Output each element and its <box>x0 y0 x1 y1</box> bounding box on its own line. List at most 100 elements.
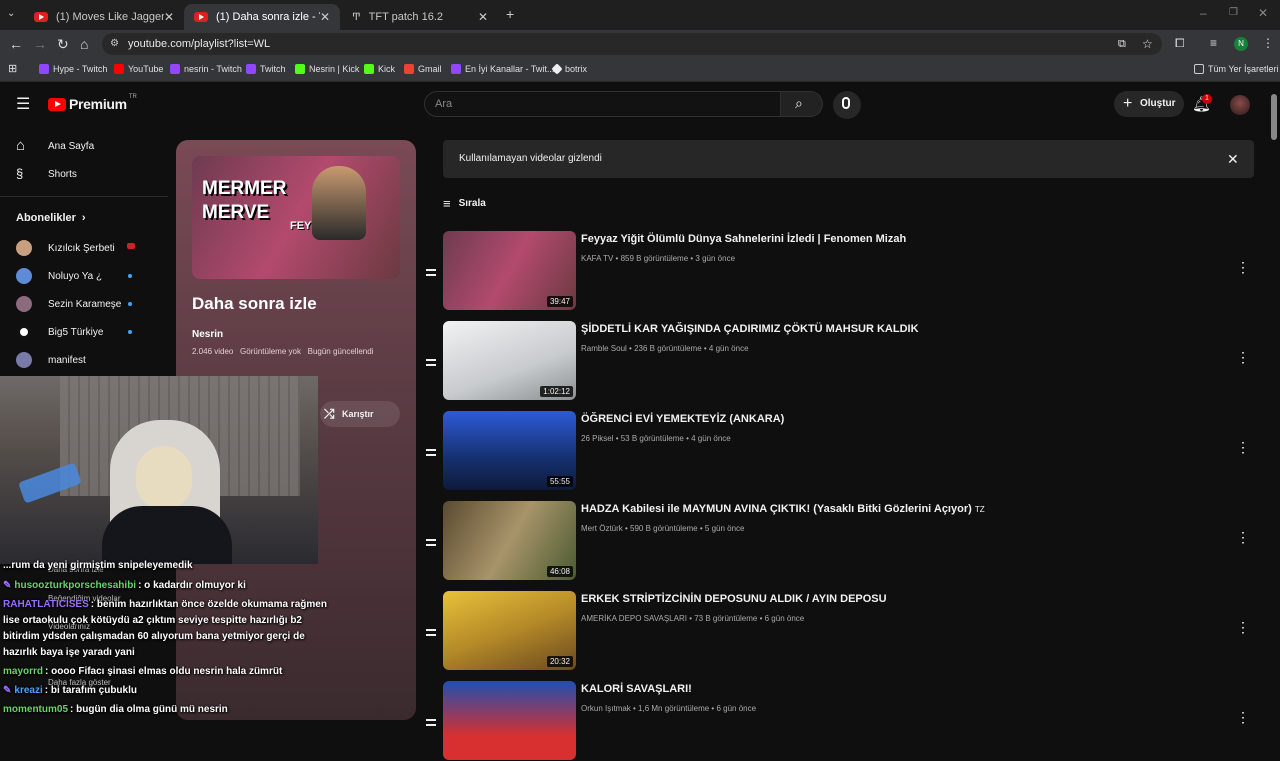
browser-menu-icon[interactable]: ⋮ <box>1262 36 1274 50</box>
playlist-thumbnail[interactable]: MERMER MERVE FEYVAZ <box>192 156 400 279</box>
tab-tft-patch[interactable]: Ͳ TFT patch 16.2 ✕ <box>342 4 498 30</box>
url-bar[interactable]: ⚙ youtube.com/playlist?list=WL ⧉ ☆ <box>102 33 1162 55</box>
drag-handle-icon[interactable] <box>426 269 436 279</box>
reload-icon[interactable]: ↻ <box>57 36 69 53</box>
video-row[interactable]: 46:08 HADZA Kabilesi ile MAYMUN AVINA ÇI… <box>422 501 1252 581</box>
microphone-arm <box>18 462 82 504</box>
video-thumbnail[interactable]: 55:55 <box>443 411 576 490</box>
subscriptions-header[interactable]: Abonelikler › <box>16 212 86 224</box>
video-channel[interactable]: Ramble Soul <box>581 344 627 353</box>
site-settings-icon[interactable]: ⚙ <box>110 33 119 55</box>
bookmark-star-icon[interactable]: ☆ <box>1142 33 1153 55</box>
video-row[interactable]: 55:55 ÖĞRENCİ EVİ YEMEKTEYİZ (ANKARA) 26… <box>422 411 1252 491</box>
video-views: 859 B görüntüleme <box>620 254 689 263</box>
close-icon[interactable]: ✕ <box>320 10 330 24</box>
account-avatar[interactable] <box>1230 95 1250 115</box>
bookmark-hype-twitch[interactable]: Hype - Twitch <box>39 64 107 74</box>
new-tab-icon[interactable]: + <box>506 6 514 22</box>
close-icon[interactable]: ✕ <box>1227 140 1239 178</box>
bookmark-kick[interactable]: Kick <box>364 64 395 74</box>
video-meta: Ramble Soul • 236 B görüntüleme • 4 gün … <box>581 344 749 353</box>
cast-icon[interactable]: ⧉ <box>1118 33 1126 55</box>
video-thumbnail[interactable]: 46:08 <box>443 501 576 580</box>
video-channel[interactable]: 26 Piksel <box>581 434 613 443</box>
restore-icon[interactable]: ❐ <box>1229 7 1238 18</box>
sidebar-item-sub[interactable]: Noluyo Ya ¿ <box>16 268 102 284</box>
video-row[interactable]: KALORİ SAVAŞLARI! Orkun Işıtmak • 1,6 Mn… <box>422 681 1252 761</box>
chat-text: : bugün dia olma günü mü nesrin <box>70 704 228 715</box>
bookmark-gmail[interactable]: Gmail <box>404 64 442 74</box>
minimize-icon[interactable]: – <box>1200 6 1207 20</box>
sidebar-item-label: Noluyo Ya ¿ <box>48 270 103 282</box>
tab-search-icon[interactable]: ⌄ <box>7 8 15 19</box>
back-icon[interactable]: ← <box>9 36 23 52</box>
bookmark-label: botrix <box>565 64 588 74</box>
video-channel[interactable]: AMERİKA DEPO SAVAŞLARI <box>581 614 687 623</box>
drag-handle-icon[interactable] <box>426 449 436 459</box>
video-row[interactable]: 39:47 Feyyaz Yiğit Ölümlü Dünya Sahneler… <box>422 231 1252 311</box>
forward-icon[interactable]: → <box>33 36 47 52</box>
video-title[interactable]: ÖĞRENCİ EVİ YEMEKTEYİZ (ANKARA) <box>581 413 784 425</box>
stream-chat-overlay: Daha sonra izle Beğendiğim videolar Vide… <box>0 560 342 720</box>
sidebar-divider <box>0 196 168 197</box>
close-icon[interactable]: ✕ <box>164 10 174 24</box>
bookmark-en-iyi-kanallar[interactable]: En İyi Kanallar - Twit... <box>451 64 554 74</box>
video-title[interactable]: HADZA Kabilesi ile MAYMUN AVINA ÇIKTIK! … <box>581 503 985 515</box>
bookmark-twitch[interactable]: Twitch <box>246 64 286 74</box>
profile-avatar[interactable]: N <box>1234 37 1248 51</box>
sidebar-item-sub[interactable]: manifest <box>16 352 86 368</box>
video-title[interactable]: KALORİ SAVAŞLARI! <box>581 683 692 695</box>
video-title[interactable]: ŞİDDETLİ KAR YAĞIŞINDA ÇADIRIMIZ ÇÖKTÜ M… <box>581 323 919 335</box>
video-thumbnail[interactable]: 20:32 <box>443 591 576 670</box>
search-button[interactable]: ⌕ <box>781 91 823 117</box>
close-icon[interactable]: ✕ <box>478 10 488 24</box>
drag-handle-icon[interactable] <box>426 629 436 639</box>
video-meta: KAFA TV • 859 B görüntüleme • 3 gün önce <box>581 254 736 263</box>
video-title[interactable]: Feyyaz Yiğit Ölümlü Dünya Sahnelerini İz… <box>581 233 906 245</box>
sidebar-item-sub[interactable]: Sezin Karameşe <box>16 296 121 312</box>
sidebar-item-sub[interactable]: Kızılcık Şerbeti <box>16 240 115 256</box>
tab-daha-sonra-izle[interactable]: (1) Daha sonra izle - YouTube ✕ <box>184 4 340 30</box>
sidebar-item-sub[interactable]: Big5 Türkiye <box>16 324 103 340</box>
shuffle-button[interactable]: ⤮ Karıştır <box>320 401 400 427</box>
shuffle-label: Karıştır <box>342 409 374 419</box>
video-row[interactable]: 1:02:12 ŞİDDETLİ KAR YAĞIŞINDA ÇADIRIMIZ… <box>422 321 1252 401</box>
sidebar-item-home[interactable]: ⌂ Ana Sayfa <box>16 138 94 154</box>
bookmark-youtube[interactable]: YouTube <box>114 64 163 74</box>
reading-list-icon[interactable]: ≡ <box>1210 36 1217 50</box>
bookmark-nesrin-kick[interactable]: Nesrin | Kick <box>295 64 359 74</box>
search-input[interactable]: Ara <box>424 91 781 117</box>
video-thumbnail[interactable]: 39:47 <box>443 231 576 310</box>
tab-moves-like-jagger[interactable]: (1) Moves Like Jagger - Maroon ✕ <box>24 4 184 30</box>
youtube-premium-logo[interactable]: Premium TR <box>48 94 137 112</box>
sort-icon: ≡ <box>443 196 451 211</box>
create-button[interactable]: + Oluştur <box>1114 91 1184 117</box>
apps-grid-icon[interactable]: ⊞ <box>8 62 17 75</box>
badge-icon: ✎ <box>3 685 12 696</box>
playlist-owner[interactable]: Nesrin <box>192 329 223 340</box>
drag-handle-icon[interactable] <box>426 359 436 369</box>
home-icon[interactable]: ⌂ <box>80 36 88 52</box>
drag-handle-icon[interactable] <box>426 719 436 729</box>
hamburger-menu-icon[interactable]: ☰ <box>16 94 30 114</box>
sidebar-item-shorts[interactable]: § Shorts <box>16 166 77 182</box>
page-scrollbar[interactable] <box>1271 94 1277 140</box>
video-channel[interactable]: Orkun Işıtmak <box>581 704 631 713</box>
bookmark-nesrin-twitch[interactable]: nesrin - Twitch <box>170 64 242 74</box>
video-thumbnail[interactable]: 1:02:12 <box>443 321 576 400</box>
all-bookmarks-folder[interactable]: Tüm Yer İşaretleri <box>1194 64 1279 74</box>
bookmark-label: nesrin - Twitch <box>184 64 242 74</box>
live-indicator-icon <box>127 243 135 249</box>
video-channel[interactable]: Mert Öztürk <box>581 524 623 533</box>
bookmark-botrix[interactable]: botrix <box>551 63 588 75</box>
video-row[interactable]: 20:32 ERKEK STRİPTİZCİNİN DEPOSUNU ALDIK… <box>422 591 1252 671</box>
voice-search-button[interactable] <box>833 91 861 119</box>
sort-button[interactable]: ≡ Sırala <box>443 196 486 211</box>
window-close-icon[interactable]: ✕ <box>1258 6 1268 20</box>
tab-title: TFT patch 16.2 <box>368 11 444 23</box>
video-title[interactable]: ERKEK STRİPTİZCİNİN DEPOSUNU ALDIK / AYI… <box>581 593 887 605</box>
extensions-icon[interactable]: ⧠ <box>1175 36 1185 51</box>
video-channel[interactable]: KAFA TV <box>581 254 613 263</box>
video-thumbnail[interactable] <box>443 681 576 760</box>
drag-handle-icon[interactable] <box>426 539 436 549</box>
